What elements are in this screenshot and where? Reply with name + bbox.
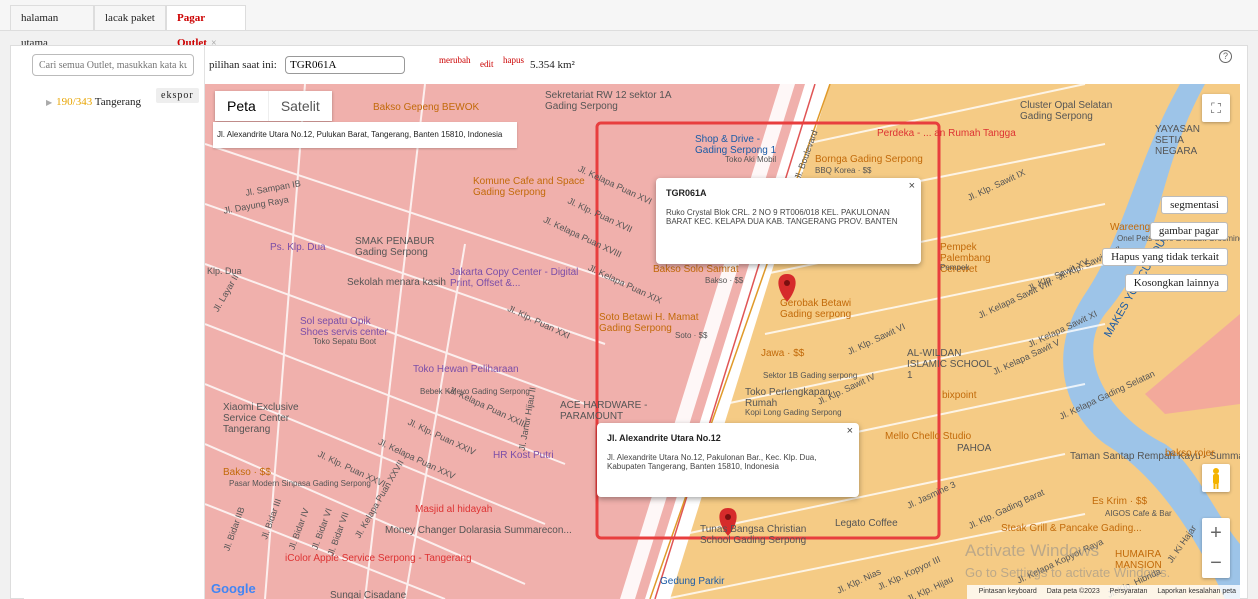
area-value: 5.354 km² (530, 59, 575, 71)
selection-toolbar: pilihan saat ini: merubah edit hapus 5.3… (205, 50, 1240, 80)
poi-label[interactable]: Jawa · $$ (761, 348, 851, 359)
map-data-label: Data peta ©2023 (1046, 588, 1100, 595)
poi-label[interactable]: Sekretariat RW 12 sektor 1A Gading Serpo… (545, 90, 705, 112)
poi-label[interactable]: Steak Grill & Pancake Gading... (1001, 523, 1142, 534)
remove-unrelated-button[interactable]: Hapus yang tidak terkait (1102, 248, 1228, 266)
poi-label[interactable]: Pempek (940, 262, 969, 273)
pegman-icon[interactable] (1202, 464, 1230, 492)
poi-label[interactable]: Tunas Bangsa Christian School Gading Ser… (700, 524, 830, 546)
delete-link[interactable]: hapus (503, 55, 524, 65)
terms-link[interactable]: Persyaratan (1110, 588, 1148, 595)
poi-label[interactable]: Ps. Klp. Dua (270, 242, 326, 253)
watermark-subtitle: Go to Settings to activate Windows. (965, 565, 1171, 580)
watermark-title: Activate Windows (965, 541, 1100, 560)
tab-outlet-fence[interactable]: Pagar Outlet × (166, 5, 246, 49)
map-type-control: Peta Satelit (215, 91, 332, 121)
outlet-sidebar: ekspor ▶ 190/343 Tangerang (24, 46, 205, 599)
poi-label[interactable]: iColor Apple Service Serpong - Tangerang (285, 553, 472, 564)
zoom-out-button[interactable]: − (1202, 548, 1230, 578)
poi-label[interactable]: Shop & Drive - Gading Serpong 1 (695, 134, 785, 156)
poi-label[interactable]: Gedung Parkir (660, 576, 770, 587)
popup-title: Jl. Alexandrite Utara No.12 (607, 433, 721, 443)
poi-label[interactable]: Xiaomi Exclusive Service Center Tangeran… (223, 402, 313, 435)
tree-item-tangerang[interactable]: ▶ 190/343 Tangerang (46, 96, 141, 108)
tree-count: 190/343 (56, 96, 93, 108)
poi-label[interactable]: Bornga Gading Serpong (815, 154, 923, 165)
poi-label[interactable]: Sungai Cisadane (330, 590, 406, 599)
map-canvas[interactable]: Bakso Gepeng BEWOK Sekretariat RW 12 sek… (205, 84, 1240, 599)
poi-label[interactable]: Toko Aki Mobil (725, 154, 776, 165)
poi-label[interactable]: PAHOA (957, 443, 991, 454)
poi-label[interactable]: Masjid al hidayah (415, 504, 492, 515)
poi-label[interactable]: Sekolah menara kasih (347, 277, 446, 288)
poi-label[interactable]: Cluster Opal Selatan Gading Serpong (1020, 100, 1140, 122)
change-link[interactable]: merubah (439, 55, 471, 65)
keyboard-shortcuts-link[interactable]: Pintasan keyboard (979, 588, 1037, 595)
poi-label[interactable]: Bakso Solo Samrat (653, 264, 739, 275)
map-type-map-button[interactable]: Peta (215, 91, 268, 121)
poi-label[interactable]: ACE HARDWARE - PARAMOUNT (560, 400, 675, 422)
popup-address: Jl. Alexandrite Utara No.12, Pakulonan B… (607, 453, 817, 471)
poi-label[interactable]: Toko Sepatu Boot (313, 336, 376, 347)
address-box: Jl. Alexandrite Utara No.12, Pulukan Bar… (213, 122, 517, 148)
poi-label[interactable]: Komune Cafe and Space Gading Serpong (473, 176, 588, 198)
zoom-control: + − (1202, 518, 1230, 578)
poi-label[interactable]: Perdeka - ... an Rumah Tangga (877, 128, 1016, 139)
poi-label[interactable]: YAYASAN SETIA NEGARA (1155, 124, 1225, 157)
poi-label[interactable]: Jakarta Copy Center - Digital Print, Off… (450, 267, 585, 289)
popup-address: Ruko Crystal Blok CRL. 2 NO 9 RT006/018 … (666, 208, 898, 226)
poi-label[interactable]: Gerobak Betawi Gading serpong (780, 298, 860, 320)
tab-home[interactable]: halaman utama (10, 5, 94, 49)
fullscreen-icon[interactable]: ⛶ (1202, 94, 1230, 122)
poi-label[interactable]: Bakso · $$ (705, 275, 743, 286)
poi-label[interactable]: Es Krim · $$ (1092, 496, 1147, 507)
poi-label[interactable]: Bakso Gepeng BEWOK (373, 102, 479, 113)
poi-label[interactable]: Legato Coffee (835, 518, 945, 529)
poi-label[interactable]: HR Kost Putri (493, 450, 603, 461)
zoom-in-button[interactable]: + (1202, 518, 1230, 548)
tab-bar: halaman utama lacak paket Pagar Outlet × (0, 0, 1258, 49)
edit-link[interactable]: edit (480, 59, 494, 69)
poi-label[interactable]: Kopi Long Gading Serpong (745, 407, 842, 418)
poi-label[interactable]: SMAK PENABUR Gading Serpong (355, 236, 445, 258)
tab-track-label: lacak paket (105, 12, 155, 24)
popup-title: TGR061A (666, 188, 707, 198)
tab-home-label: halaman utama (21, 12, 59, 49)
poi-label[interactable]: Mello Chello Studio (885, 431, 971, 442)
report-error-link[interactable]: Laporkan kesalahan peta (1157, 588, 1236, 595)
poi-label[interactable]: BBQ Korea · $$ (815, 165, 871, 176)
help-icon[interactable]: ? (1219, 50, 1232, 63)
segment-button[interactable]: segmentasi (1161, 196, 1228, 214)
close-icon[interactable]: × (847, 425, 853, 437)
tree-label: Tangerang (94, 96, 142, 108)
current-selection-input[interactable] (285, 56, 405, 74)
poi-label[interactable]: AIGOS Cafe & Bar (1105, 508, 1172, 519)
caret-right-icon[interactable]: ▶ (46, 98, 52, 107)
address-info-popup: × Jl. Alexandrite Utara No.12 Jl. Alexan… (597, 423, 859, 497)
poi-label[interactable]: bakso rojer (1165, 448, 1240, 459)
outlet-info-popup: × TGR061A Ruko Crystal Blok CRL. 2 NO 9 … (656, 178, 921, 264)
poi-label[interactable]: bixpoint (942, 390, 1022, 401)
poi-label[interactable]: Toko Hewan Peliharaan (413, 364, 523, 375)
map-type-satellite-button[interactable]: Satelit (267, 91, 332, 121)
tab-outlet-label: Pagar Outlet (177, 12, 207, 49)
draw-fence-button[interactable]: gambar pagar (1149, 222, 1228, 240)
poi-label[interactable]: Sektor 1B Gading serpong (763, 370, 857, 381)
poi-label[interactable]: AL-WILDAN ISLAMIC SCHOOL 1 (907, 348, 992, 381)
export-button[interactable]: ekspor (156, 88, 199, 103)
tab-track-package[interactable]: lacak paket (94, 5, 166, 30)
poi-label[interactable]: Soto · $$ (675, 330, 707, 341)
map-footer: Pintasan keyboard Data peta ©2023 Persya… (966, 585, 1240, 599)
windows-activation-watermark: Activate Windows Go to Settings to activ… (965, 540, 1170, 584)
poi-label[interactable]: Money Changer Dolarasia Summarecon... (385, 525, 572, 536)
poi-label[interactable]: Pasar Modern Sinpasa Gading Serpong (229, 478, 371, 489)
clear-others-button[interactable]: Kosongkan lainnya (1124, 274, 1228, 292)
close-icon[interactable]: × (909, 180, 915, 192)
google-logo[interactable]: Google (211, 581, 256, 596)
current-selection-label: pilihan saat ini: (209, 59, 277, 71)
outlet-search-input[interactable] (32, 54, 194, 76)
poi-label[interactable]: Sol sepatu Opik Shoes servis center (300, 316, 390, 338)
poi-label[interactable]: Bakso · $$ (223, 467, 271, 478)
